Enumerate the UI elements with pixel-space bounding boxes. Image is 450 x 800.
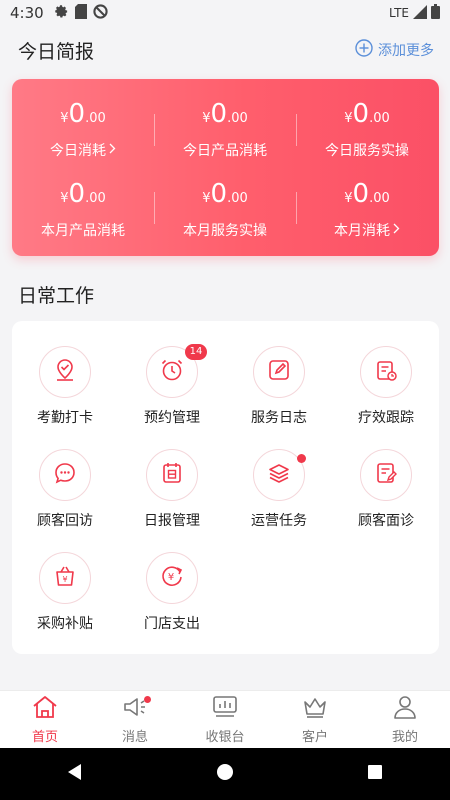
tab-customers[interactable]: 客户	[270, 691, 360, 748]
tile-label: 预约管理	[144, 410, 200, 426]
signal-icon	[413, 4, 427, 22]
stat-label: 今日产品消耗	[183, 143, 267, 159]
sd-card-icon	[74, 3, 87, 23]
stat-today-service[interactable]: ¥0.00 今日服务实操	[296, 99, 438, 160]
cashier-icon	[211, 694, 239, 724]
tile-label: 门店支出	[144, 616, 200, 632]
tile-label: 考勤打卡	[37, 410, 93, 426]
tab-cashier[interactable]: 收银台	[180, 691, 270, 748]
recents-square-icon	[367, 764, 383, 784]
status-bar: 4:30 LTE	[0, 0, 450, 26]
crown-icon	[301, 694, 329, 724]
stat-today-product[interactable]: ¥0.00 今日产品消耗	[154, 99, 296, 160]
stat-label: 本月产品消耗	[41, 223, 125, 239]
layers-icon	[266, 460, 292, 490]
attendance-checkin-icon	[52, 357, 78, 387]
tile-label: 疗效跟踪	[358, 410, 414, 426]
stat-value: 0	[68, 179, 86, 209]
stat-label: 今日消耗	[50, 143, 106, 159]
tile-attendance[interactable]: 考勤打卡	[12, 346, 118, 427]
notification-dot	[297, 454, 306, 463]
tab-label: 我的	[391, 730, 418, 745]
network-type: LTE	[389, 6, 409, 20]
stat-month-service[interactable]: ¥0.00 本月服务实操	[154, 179, 296, 240]
stat-value: 0	[352, 99, 370, 129]
tab-profile[interactable]: 我的	[360, 691, 450, 748]
notification-badge: 14	[185, 344, 207, 360]
notification-dot	[144, 696, 151, 703]
svg-text:¥: ¥	[62, 575, 67, 584]
tile-efficacy[interactable]: 疗效跟踪	[333, 346, 439, 427]
tile-purchase-subsidy[interactable]: ¥ 采购补贴	[12, 552, 118, 633]
tile-customer-visit[interactable]: 顾客回访	[12, 449, 118, 530]
dnd-icon	[93, 3, 108, 23]
tile-consultation[interactable]: 顾客面诊	[333, 449, 439, 530]
stat-month-consumption[interactable]: ¥0.00 本月消耗	[296, 179, 438, 240]
add-more-button[interactable]: 添加更多	[355, 39, 434, 61]
tile-label: 日报管理	[144, 513, 200, 529]
chat-bubble-icon	[52, 460, 78, 490]
tile-service-log[interactable]: 服务日志	[226, 346, 332, 427]
tab-label: 客户	[301, 730, 328, 745]
tile-daily-report[interactable]: 日报管理	[119, 449, 225, 530]
daily-work-title: 日常工作	[18, 285, 95, 307]
stat-label: 本月服务实操	[183, 223, 267, 239]
tile-label: 顾客回访	[37, 513, 93, 529]
settings-icon	[54, 4, 69, 23]
chevron-right-icon	[393, 222, 400, 238]
recents-button[interactable]	[345, 754, 405, 794]
stat-label: 今日服务实操	[325, 143, 409, 159]
stats-card: ¥0.00 今日消耗 ¥0.00 今日产品消耗 ¥0.00 今日服务实操 ¥0.…	[12, 79, 439, 256]
page-title: 今日简报	[18, 40, 95, 63]
back-triangle-icon	[67, 763, 83, 785]
tile-label: 运营任务	[251, 513, 307, 529]
stat-label: 本月消耗	[334, 223, 390, 239]
yen-expense-icon: ¥	[159, 563, 185, 593]
daily-work-card: 考勤打卡 14 预约管理 服务日志 疗效跟踪 顾客回访 日报管理 运营任务 顾客…	[12, 321, 439, 654]
consult-note-icon	[373, 460, 399, 490]
tab-home[interactable]: 首页	[0, 691, 90, 748]
alarm-clock-icon	[159, 357, 185, 387]
home-circle-icon	[216, 763, 234, 785]
tile-label: 服务日志	[251, 410, 307, 426]
edit-log-icon	[266, 357, 292, 387]
stat-month-product[interactable]: ¥0.00 本月产品消耗	[12, 179, 154, 240]
tab-label: 首页	[31, 730, 58, 745]
battery-icon	[431, 4, 440, 22]
back-button[interactable]	[45, 754, 105, 794]
chevron-right-icon	[109, 142, 116, 158]
stat-value: 0	[210, 179, 228, 209]
status-time: 4:30	[10, 4, 44, 22]
shopping-bag-icon: ¥	[52, 563, 78, 593]
tab-label: 收银台	[205, 730, 245, 745]
stat-value: 0	[352, 179, 370, 209]
user-icon	[391, 694, 419, 724]
stat-value: 0	[210, 99, 228, 129]
brief-header: 今日简报 添加更多	[0, 32, 450, 68]
stat-today-consumption[interactable]: ¥0.00 今日消耗	[12, 99, 154, 160]
stat-value: 0	[68, 99, 86, 129]
system-nav-bar	[0, 748, 450, 800]
add-more-label: 添加更多	[378, 43, 434, 59]
tile-label: 顾客面诊	[358, 513, 414, 529]
home-icon	[31, 694, 59, 724]
home-button[interactable]	[195, 754, 255, 794]
report-clock-icon	[373, 357, 399, 387]
tab-label: 消息	[121, 730, 148, 745]
tile-appointment[interactable]: 14 预约管理	[119, 344, 225, 427]
svg-text:¥: ¥	[168, 572, 174, 583]
bottom-tab-bar: 首页 消息 收银台 客户 我的	[0, 690, 450, 748]
tab-messages[interactable]: 消息	[90, 691, 180, 748]
tile-operation-task[interactable]: 运营任务	[226, 449, 332, 530]
daily-report-icon	[159, 460, 185, 490]
tile-store-expense[interactable]: ¥ 门店支出	[119, 552, 225, 633]
plus-circle-icon	[355, 39, 373, 61]
tile-label: 采购补贴	[37, 616, 93, 632]
